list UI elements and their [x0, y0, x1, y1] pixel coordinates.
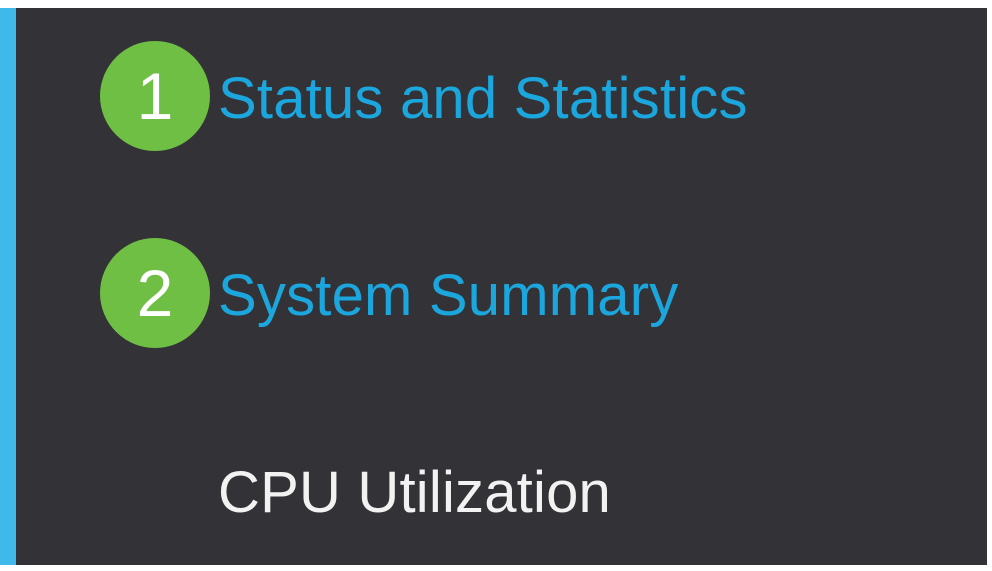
- menu-item-label: Status and Statistics: [218, 66, 748, 131]
- active-section-indicator: [0, 8, 16, 565]
- navigation-menu: 1 Status and Statistics 2 System Summary…: [0, 8, 987, 565]
- menu-item-label: System Summary: [218, 263, 679, 328]
- screenshot-frame: 1 Status and Statistics 2 System Summary…: [0, 0, 992, 571]
- step-1-badge: 1: [100, 41, 210, 151]
- step-2-badge: 2: [100, 238, 210, 348]
- menu-item-label: CPU Utilization: [218, 460, 611, 525]
